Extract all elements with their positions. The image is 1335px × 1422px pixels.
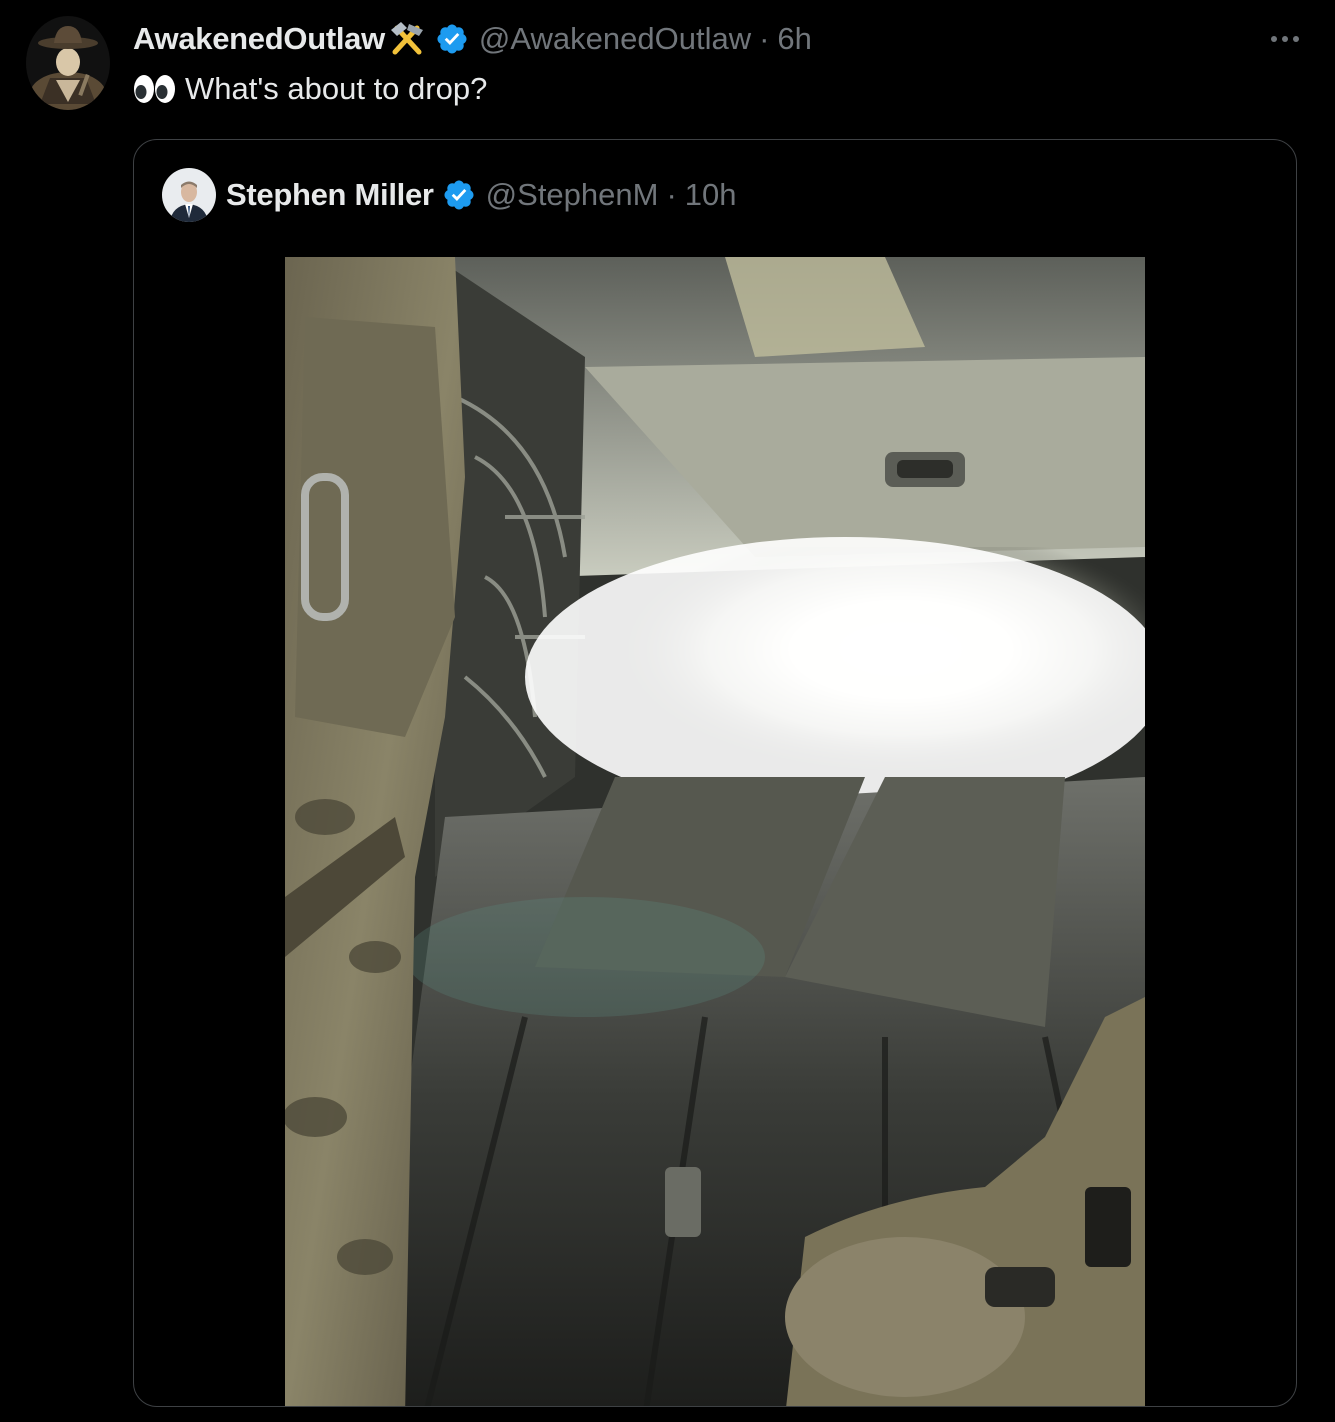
more-options-button[interactable] xyxy=(1265,22,1305,56)
tweet-text: What's about to drop? xyxy=(133,68,487,110)
hammer-and-pick-icon xyxy=(387,20,427,58)
verified-badge-icon[interactable] xyxy=(442,178,476,212)
quoted-author-handle[interactable]: @StephenM xyxy=(486,177,659,213)
separator-dot: · xyxy=(759,21,770,56)
tweet-header: AwakenedOutlaw @AwakenedOutlaw · 6h xyxy=(133,18,812,60)
tweet-text-content: What's about to drop? xyxy=(185,71,488,106)
quoted-tweet-header: Stephen Miller @StephenM · 10h xyxy=(162,168,737,222)
quoted-tweet-timestamp[interactable]: 10h xyxy=(685,177,737,213)
author-display-name[interactable]: AwakenedOutlaw xyxy=(133,21,385,57)
more-options-icon xyxy=(1271,36,1277,42)
quoted-author-display-name[interactable]: Stephen Miller xyxy=(226,177,434,213)
quoted-tweet-photo[interactable] xyxy=(285,257,1145,1406)
author-avatar[interactable] xyxy=(26,16,110,110)
tweet-timestamp[interactable]: 6h xyxy=(777,21,811,57)
verified-badge-icon[interactable] xyxy=(435,22,469,56)
author-handle[interactable]: @AwakenedOutlaw xyxy=(479,21,751,57)
quoted-author-avatar[interactable] xyxy=(162,168,216,222)
eyes-emoji-icon xyxy=(133,73,177,105)
separator-dot: · xyxy=(666,177,677,212)
quoted-tweet-card[interactable]: Stephen Miller @StephenM · 10h xyxy=(133,139,1297,1407)
previous-tweet-actions-clipped xyxy=(60,0,200,6)
